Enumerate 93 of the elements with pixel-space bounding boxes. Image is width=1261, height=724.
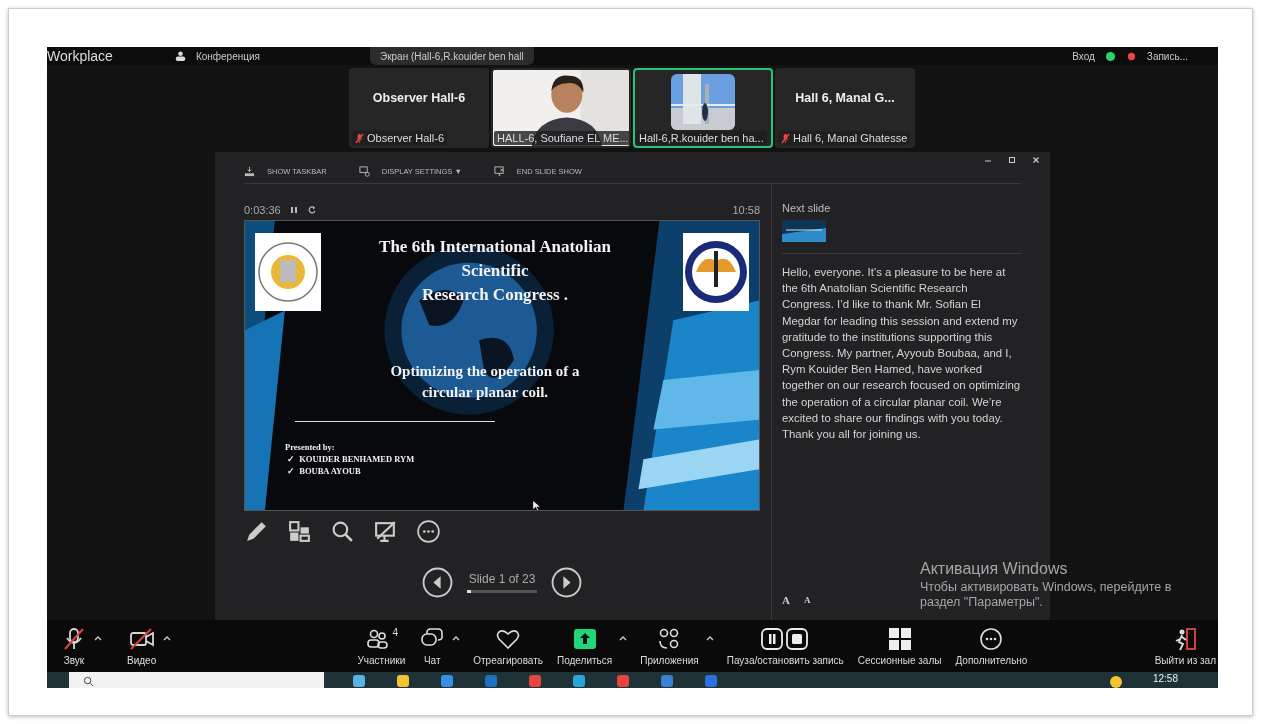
monitor-gear-icon xyxy=(358,166,370,177)
participant-name: Observer Hall-6 xyxy=(367,132,445,144)
record-dot-icon xyxy=(1125,50,1137,62)
camera-icon xyxy=(128,626,155,651)
toolbar-button[interactable]: Видео xyxy=(125,626,159,666)
activation-title: Активация Windows xyxy=(920,560,1069,578)
screen-share-pill[interactable]: Экран (Hall-6,R.kouider ben hall xyxy=(369,47,534,65)
toolbar-button[interactable]: Дополнительно xyxy=(953,626,1030,666)
control-label: Выйти из зал xyxy=(1154,654,1216,666)
app-icon[interactable] xyxy=(616,674,630,688)
presented-by-label: Presented by: xyxy=(285,441,336,453)
pen-icon[interactable] xyxy=(244,519,269,544)
taskbar-clock: 12:58 xyxy=(1152,673,1178,684)
control-label: Чат xyxy=(423,654,441,666)
search-icon[interactable] xyxy=(330,519,355,544)
institute-seal-icon xyxy=(683,233,749,311)
video-tile[interactable]: Hall 6, Manal G... Hall 6, Manal Ghatesse xyxy=(775,68,915,148)
toolbar-button[interactable]: Чат xyxy=(417,626,448,666)
caret-icon[interactable] xyxy=(704,634,715,641)
next-slide-label: Next slide xyxy=(782,202,832,214)
toolbar-button[interactable]: Поделиться xyxy=(554,626,615,666)
microphone-icon xyxy=(61,626,87,651)
caret-icon[interactable] xyxy=(162,634,173,641)
search-icon xyxy=(83,676,94,687)
increase-font-button[interactable]: A xyxy=(782,594,790,606)
elapsed-timer: 0:03:36 xyxy=(244,204,281,216)
video-tile[interactable]: HALL-6, Soufiane EL ME... xyxy=(491,68,631,148)
participant-name: Observer Hall-6 xyxy=(372,91,466,105)
pause-icon[interactable] xyxy=(288,205,299,215)
participant-name: Hall 6, Manal Ghatesse xyxy=(793,132,908,144)
app-icon[interactable] xyxy=(660,674,674,688)
control-label: Поделиться xyxy=(556,654,613,666)
taskbar-icon xyxy=(244,166,255,177)
author-name: ✓ KOUIDER BENHAMED RYM xyxy=(286,453,415,465)
caret-icon[interactable] xyxy=(451,634,462,641)
recording-status: Запись... xyxy=(1146,50,1188,62)
reset-icon[interactable] xyxy=(306,205,317,215)
clock: 10:58 xyxy=(732,204,760,216)
toolbar-button[interactable]: Отреагировать xyxy=(471,626,545,666)
participant-name: Hall-6,R.kouider ben ha... xyxy=(639,132,764,144)
monitor-icon[interactable] xyxy=(373,519,398,544)
toolbar-button[interactable]: Приложения xyxy=(638,626,701,666)
people-icon xyxy=(174,50,186,62)
previous-slide-icon[interactable] xyxy=(422,567,453,598)
restore-icon[interactable] xyxy=(1007,155,1017,165)
speaker-notes: Hello, everyone. It’s a pleasure to be here at the 6th Anatolian Scientific Research Congress. I’d like to thank Mr. Sofian El Megdar for leading this session and extend my gratitude to the institutions supporting this Congress. My partner, Ayyoub Boubaa, and I, Rym Kouider Ben Hamed, have worked together on our research focused on optimizing the operation of a circular planar coil. We’re excited to share our findings with you today. Thank you all for joining us. xyxy=(782,265,1022,443)
caret-icon[interactable] xyxy=(93,634,103,641)
next-slide-thumbnail[interactable] xyxy=(782,220,826,242)
more-icon[interactable] xyxy=(416,519,441,544)
participant-count: 4 xyxy=(392,626,399,638)
participant-name: Hall 6, Manal G... xyxy=(795,91,895,105)
toolbar-button[interactable]: Звук xyxy=(59,626,89,666)
progress-bar xyxy=(467,590,537,593)
activation-message: Чтобы активировать Windows, перейдите в раздел "Параметры". xyxy=(920,580,1173,610)
app-icon[interactable] xyxy=(440,674,454,688)
toolbar-button[interactable]: Выйти из зал xyxy=(1152,626,1218,666)
grid-icon xyxy=(886,626,913,651)
app-icon[interactable] xyxy=(352,674,366,688)
participant-name: HALL-6, Soufiane EL ME... xyxy=(497,132,629,144)
share-screen-icon xyxy=(571,626,598,651)
control-label: Пауза/остановить запись xyxy=(726,654,844,666)
control-label: Звук xyxy=(63,654,85,666)
close-icon[interactable] xyxy=(1031,155,1041,165)
video-tile[interactable]: Hall-6,R.kouider ben ha... xyxy=(633,68,773,148)
author-name: ✓ BOUBA AYOUB xyxy=(286,465,362,477)
video-tile[interactable]: Observer Hall-6 Observer Hall-6 xyxy=(349,68,489,148)
control-label: Участники xyxy=(357,654,406,666)
control-label: Отреагировать xyxy=(473,654,543,666)
university-seal-icon xyxy=(255,233,321,311)
toolbar-button[interactable]: 4 Участники xyxy=(355,626,408,666)
app-icon[interactable] xyxy=(396,674,410,688)
control-label: Видео xyxy=(127,654,157,666)
meeting-title: Конференция xyxy=(195,50,260,62)
next-slide-icon[interactable] xyxy=(551,567,582,598)
app-icon[interactable] xyxy=(528,674,542,688)
control-label: Сессионные залы xyxy=(857,654,942,666)
cursor-icon xyxy=(533,501,540,510)
decrease-font-button[interactable]: A xyxy=(803,594,811,606)
slide-grid-icon[interactable] xyxy=(287,519,312,544)
signin-link[interactable]: Вход xyxy=(1072,50,1095,62)
more-icon xyxy=(978,626,1005,651)
monitor-close-icon xyxy=(493,166,505,177)
app-icon[interactable] xyxy=(572,674,586,688)
toolbar-button[interactable]: Сессионные залы xyxy=(855,626,944,666)
control-label: Приложения xyxy=(640,654,699,666)
slide-counter: Slide 1 of 23 xyxy=(468,572,536,586)
caret-icon[interactable] xyxy=(618,634,629,641)
app-title: Workplace xyxy=(47,48,113,64)
search-field[interactable] xyxy=(69,672,324,688)
pause-stop-icon xyxy=(760,626,811,651)
weather-icon[interactable] xyxy=(1108,674,1123,688)
control-label: Дополнительно xyxy=(955,654,1028,666)
toolbar-button[interactable]: Пауза/остановить запись xyxy=(724,626,846,666)
